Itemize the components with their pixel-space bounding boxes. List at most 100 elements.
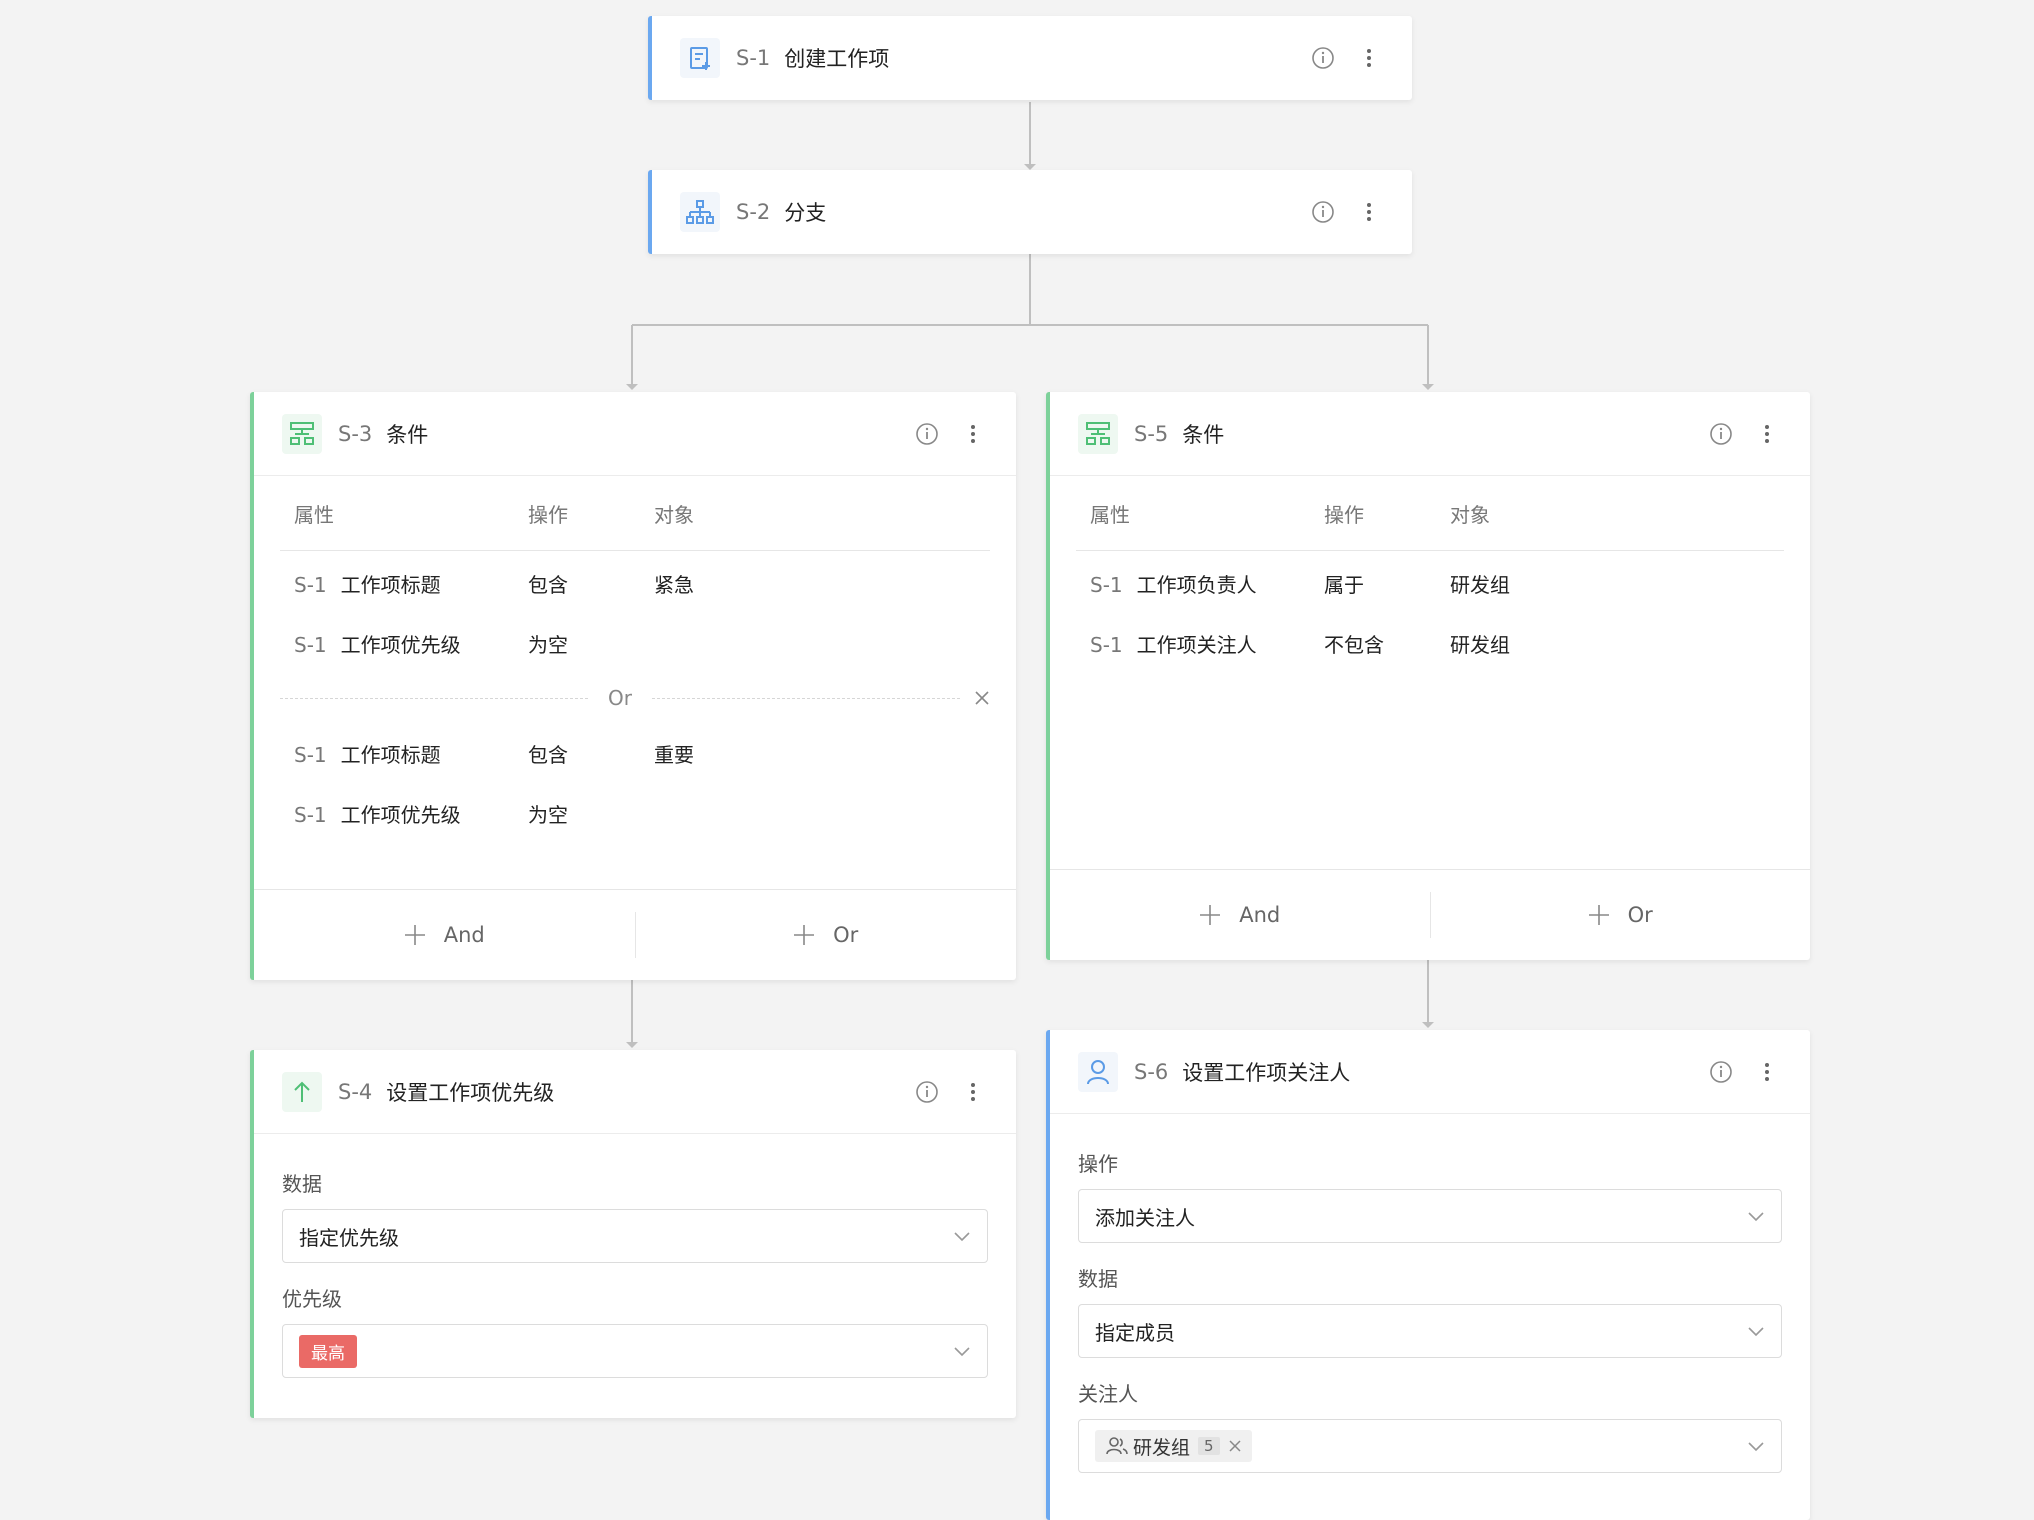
info-icon[interactable] [1308,43,1338,73]
or-separator: Or [280,673,990,723]
condition-footer: And Or [1050,869,1810,960]
info-icon[interactable] [1706,419,1736,449]
watcher-label: 关注人 [1078,1382,1138,1406]
step-ref: S-1 [294,802,327,827]
step-header-s4: S-4 设置工作项优先级 [254,1050,1016,1134]
branch-icon [680,192,720,232]
more-icon[interactable] [1752,419,1782,449]
data-select[interactable]: 指定优先级 [282,1209,988,1263]
priority-tag: 最高 [299,1334,357,1368]
add-and-label: And [443,923,485,947]
close-icon[interactable] [1228,1439,1242,1453]
info-icon[interactable] [912,1077,942,1107]
add-or-label: Or [833,923,859,947]
condition-row[interactable]: S-1 工作项优先级 为空 [280,783,990,843]
condition-row[interactable]: S-1 工作项标题 包含 紧急 [280,553,990,613]
condition-attribute: 工作项标题 [340,742,441,767]
condition-icon [282,413,322,454]
remove-group-icon[interactable] [960,690,990,706]
operation-label: 操作 [1078,1152,1118,1176]
plus-icon [1588,905,1609,925]
chevron-down-icon [1748,1212,1764,1222]
step-id: S-2 [736,200,771,224]
condition-row[interactable]: S-1 工作项负责人 属于 研发组 [1076,553,1784,613]
step-title: 分支 [784,201,827,225]
condition-operator: 包含 [528,742,568,767]
data-select-value: 指定成员 [1095,1320,1175,1345]
step-card-s2[interactable]: S-2 分支 [648,170,1412,254]
more-icon[interactable] [1354,197,1384,227]
condition-operator: 包含 [528,572,568,597]
condition-attribute: 工作项标题 [340,572,441,597]
plus-icon [404,925,425,945]
step-title: 设置工作项优先级 [386,1080,555,1105]
condition-footer: And Or [254,889,1016,980]
condition-row[interactable]: S-1 工作项标题 包含 重要 [280,723,990,783]
step-ref: S-1 [294,742,327,767]
step-title: 创建工作项 [784,47,890,71]
step-header-s2: S-2 分支 [652,170,1412,254]
condition-attribute: 工作项负责人 [1136,572,1257,597]
condition-table-header: 属性 操作 对象 [1076,476,1784,551]
step-id: S-6 [1134,1059,1169,1084]
create-workitem-icon [680,38,720,78]
step-card-s5[interactable]: S-5 条件 属性 操作 对象 S-1 工作项负责人 属于 研发组 S-1 工作项关… [1046,392,1810,960]
step-card-s3[interactable]: S-3 条件 属性 操作 对象 S-1 工作项标题 包含 紧急 S-1 工作项优先级… [250,392,1016,980]
step-title: 条件 [386,422,429,447]
condition-object: 重要 [654,742,694,767]
more-icon[interactable] [958,419,988,449]
add-or-label: Or [1627,903,1653,927]
priority-select[interactable]: 最高 [282,1324,988,1378]
data-select[interactable]: 指定成员 [1078,1304,1782,1358]
arrow-up-icon [282,1071,322,1112]
more-icon[interactable] [1752,1057,1782,1087]
condition-attribute: 工作项优先级 [340,632,461,657]
chevron-down-icon [954,1232,970,1242]
step-card-s4[interactable]: S-4 设置工作项优先级 数据 指定优先级 优先级 最高 [250,1050,1016,1418]
watcher-select[interactable]: 研发组 5 [1078,1419,1782,1473]
condition-operator: 为空 [528,632,568,657]
chevron-down-icon [1748,1442,1764,1452]
condition-attribute: 工作项关注人 [1136,632,1257,657]
add-and-button[interactable]: And [1050,903,1430,927]
chevron-down-icon [954,1347,970,1357]
step-header-s1: S-1 创建工作项 [652,16,1412,100]
plus-icon [1200,905,1221,925]
condition-table: 属性 操作 对象 S-1 工作项负责人 属于 研发组 S-1 工作项关注人 不包含 … [1050,476,1810,673]
add-and-label: And [1239,903,1281,927]
chevron-down-icon [1748,1327,1764,1337]
add-and-button[interactable]: And [254,923,635,947]
info-icon[interactable] [912,419,942,449]
data-label: 数据 [282,1172,322,1196]
group-chip-label: 研发组 [1133,1436,1191,1459]
more-icon[interactable] [1354,43,1384,73]
condition-row[interactable]: S-1 工作项关注人 不包含 研发组 [1076,613,1784,673]
condition-row[interactable]: S-1 工作项优先级 为空 [280,613,990,673]
column-header: 属性 [294,502,334,527]
data-select-value: 指定优先级 [299,1225,399,1250]
group-member-count: 5 [1198,1437,1220,1455]
add-or-button[interactable]: Or [1431,903,1811,927]
step-title: 设置工作项关注人 [1182,1060,1351,1085]
step-card-s6[interactable]: S-6 设置工作项关注人 操作 添加关注人 数据 指定成员 关注人 研发组 5 [1046,1030,1810,1520]
step-ref: S-1 [1090,572,1123,597]
step-card-s1[interactable]: S-1 创建工作项 [648,16,1412,100]
column-header: 对象 [1450,502,1490,527]
group-chip[interactable]: 研发组 5 [1095,1430,1252,1462]
info-icon[interactable] [1706,1057,1736,1087]
more-icon[interactable] [958,1077,988,1107]
user-icon [1078,1051,1118,1092]
data-label: 数据 [1078,1267,1118,1291]
condition-operator: 为空 [528,802,568,827]
or-label: Or [608,686,632,710]
add-or-button[interactable]: Or [636,923,1017,947]
condition-icon [1078,413,1118,454]
column-header: 操作 [1324,502,1364,527]
operation-select[interactable]: 添加关注人 [1078,1189,1782,1243]
condition-object: 研发组 [1450,572,1510,597]
column-header: 操作 [528,502,568,527]
info-icon[interactable] [1308,197,1338,227]
condition-table: 属性 操作 对象 S-1 工作项标题 包含 紧急 S-1 工作项优先级 为空 Or … [254,476,1016,843]
condition-attribute: 工作项优先级 [340,802,461,827]
step-ref: S-1 [294,632,327,657]
